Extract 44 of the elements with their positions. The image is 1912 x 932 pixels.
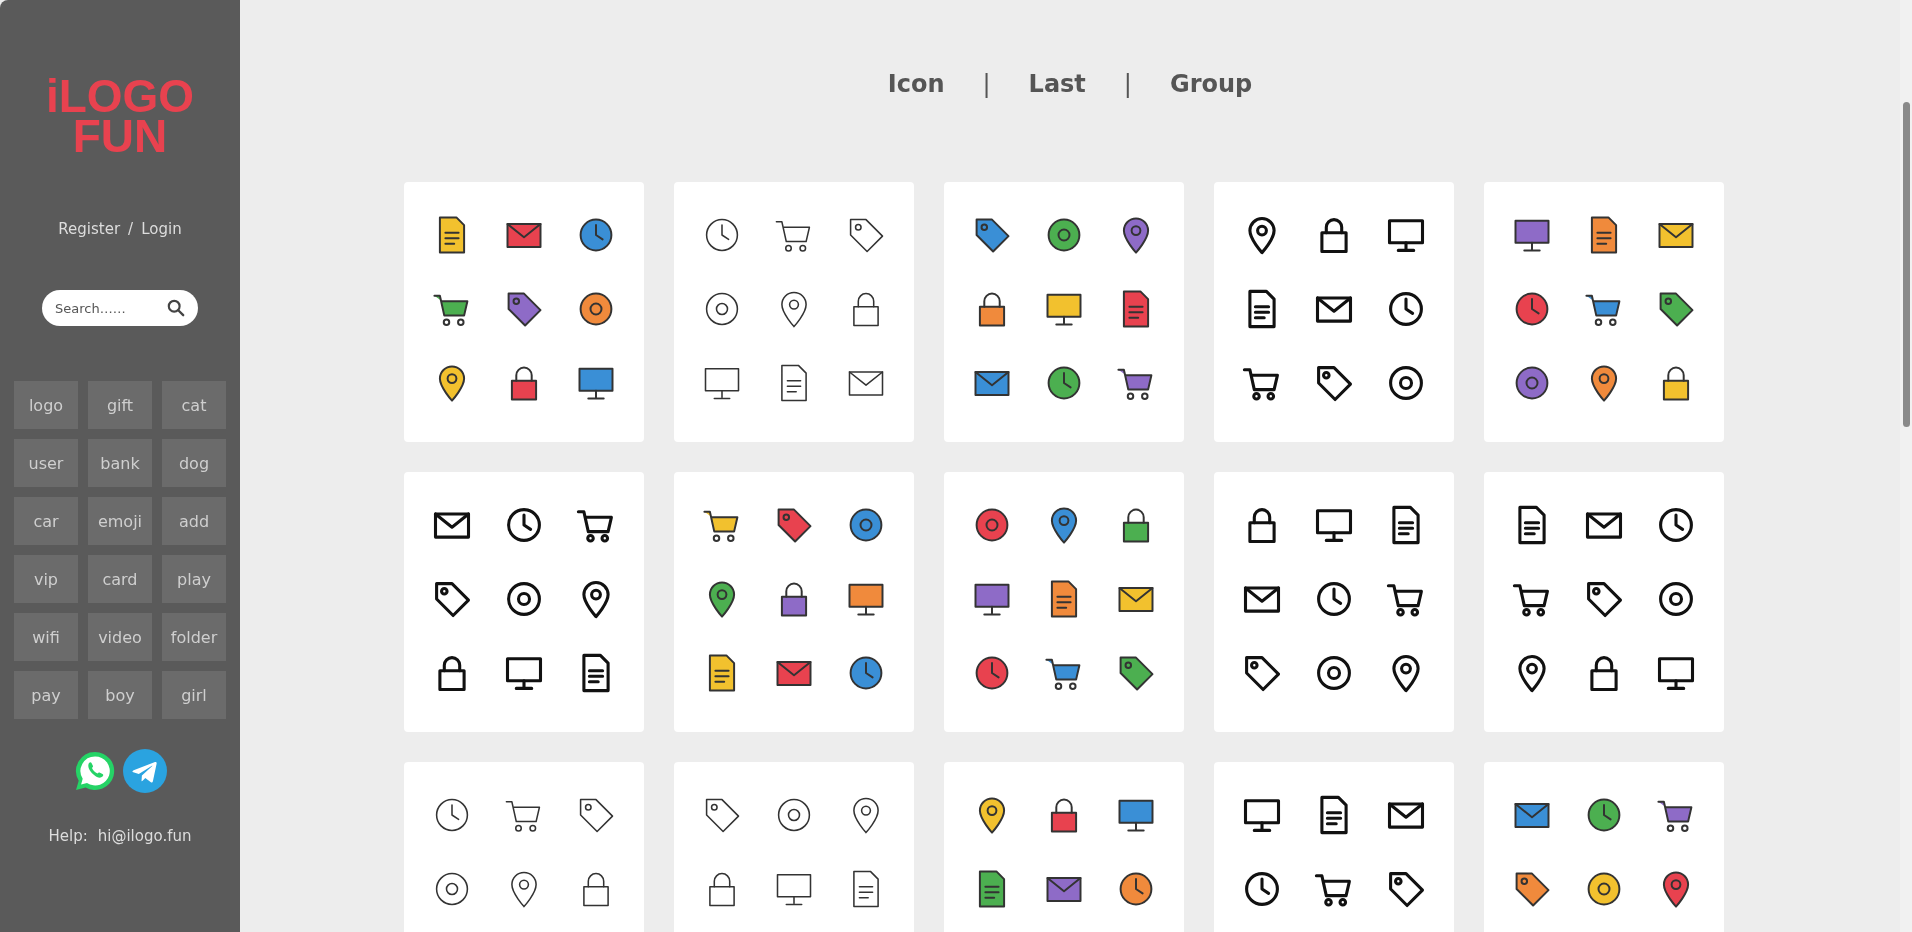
login-link[interactable]: Login [141,220,182,238]
separator-text: / [128,220,134,238]
search-icon[interactable] [167,299,185,317]
icon-card[interactable] [1484,472,1724,732]
icon-card[interactable] [404,182,644,442]
scrollbar[interactable] [1900,0,1912,932]
help-label: Help: [48,827,88,845]
nav-link[interactable]: Last [1028,70,1086,98]
paper-plane-icon[interactable] [123,749,167,793]
tag-button[interactable]: cat [162,381,226,429]
separator-text: | [1123,70,1132,98]
separator-text: | [982,70,991,98]
tag-button[interactable]: add [162,497,226,545]
icon-card[interactable] [944,472,1184,732]
tag-button[interactable]: girl [162,671,226,719]
tag-button[interactable]: logo [14,381,78,429]
tag-button[interactable]: card [88,555,152,603]
tag-button[interactable]: bank [88,439,152,487]
search-field[interactable]: Search…… [42,290,198,326]
tag-button[interactable]: vip [14,555,78,603]
logo-text: FUN [72,116,168,156]
tag-button[interactable]: dog [162,439,226,487]
logo-text: iLOGO [45,76,195,116]
chat-bubble-icon[interactable] [73,749,117,793]
icon-card[interactable] [404,472,644,732]
register-link[interactable]: Register [58,220,121,238]
tag-button[interactable]: play [162,555,226,603]
tag-button[interactable]: gift [88,381,152,429]
icon-card[interactable] [1214,182,1454,442]
nav-link[interactable]: Icon [887,70,945,98]
tag-button[interactable]: user [14,439,78,487]
tag-button[interactable]: pay [14,671,78,719]
tag-button[interactable]: video [88,613,152,661]
tag-button[interactable]: boy [88,671,152,719]
tag-button[interactable]: emoji [88,497,152,545]
tag-button[interactable]: car [14,497,78,545]
tag-button[interactable]: wifi [14,613,78,661]
email-link[interactable]: hi@ilogo.fun [97,827,192,845]
icon-card[interactable] [1214,472,1454,732]
nav-link[interactable]: Group [1169,70,1253,98]
tag-button[interactable]: folder [162,613,226,661]
icon-card[interactable] [944,182,1184,442]
icon-card[interactable] [1484,182,1724,442]
icon-card[interactable] [674,472,914,732]
